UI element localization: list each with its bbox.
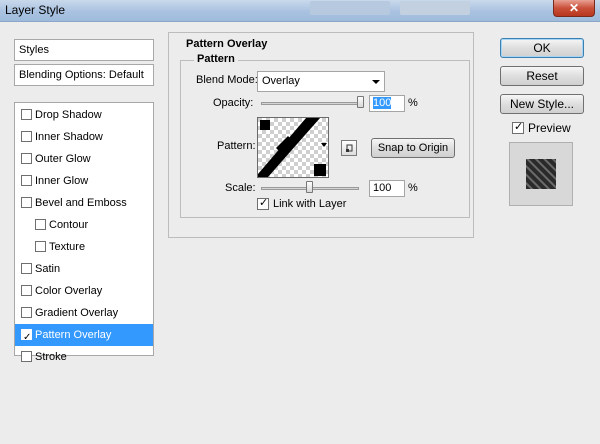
preview-checkbox[interactable]: ✓ [512,121,524,134]
effect-label: Gradient Overlay [35,307,119,319]
title-bar: Layer Style ✕ [0,0,600,22]
effect-checkbox[interactable] [21,197,32,208]
blend-mode-value: Overlay [262,75,300,87]
snap-to-origin-label: Snap to Origin [377,142,449,154]
effects-list: Drop Shadow Inner Shadow Outer Glow Inner G… [14,102,154,363]
effect-label: Pattern Overlay [35,329,112,341]
pattern-swatch[interactable] [257,117,329,178]
pattern-preview [258,118,328,177]
dialog-body: Styles Blending Options: Default Drop Sh… [0,22,600,444]
pattern-dropdown-arrow[interactable] [321,143,327,147]
effect-label: Outer Glow [35,153,91,165]
blending-options-item[interactable]: Blending Options: Default [14,64,154,86]
effect-item[interactable]: Drop Shadow [15,104,153,126]
close-icon: ✕ [568,1,580,15]
scale-percent: % [408,182,418,194]
styles-label: Styles [19,44,49,56]
effect-item[interactable]: Gradient Overlay [15,302,153,324]
opacity-label: Opacity: [213,97,254,109]
blend-mode-label: Blend Mode: [196,74,258,86]
effect-item[interactable]: ✓ Pattern Overlay [15,324,153,346]
opacity-percent: % [408,97,418,109]
effect-label: Bevel and Emboss [35,197,127,209]
checkmark-icon: ✓ [259,197,269,209]
pattern-label: Pattern: [217,140,256,152]
styles-header[interactable]: Styles [14,39,154,61]
opacity-value: 100 [373,97,392,109]
effect-checkbox[interactable] [21,351,32,362]
effect-checkbox[interactable] [21,175,32,186]
opacity-input[interactable]: 100 [369,95,405,112]
effect-checkbox[interactable] [21,263,32,274]
blending-options-label: Blending Options: Default [19,69,144,81]
scale-label: Scale: [225,182,256,194]
effect-item[interactable]: Outer Glow [15,148,153,170]
new-style-label: New Style... [509,97,575,111]
effect-checkbox[interactable] [35,219,46,230]
effect-checkbox[interactable] [21,153,32,164]
effect-item[interactable]: Inner Shadow [15,126,153,148]
snap-to-origin-button[interactable]: Snap to Origin [371,138,455,158]
ok-label: OK [533,41,551,55]
effect-checkbox[interactable] [21,131,32,142]
scale-input[interactable]: 100 [369,180,405,197]
effect-label: Inner Shadow [35,131,103,143]
subgroup-title: Pattern [194,53,238,65]
effect-label: Satin [35,263,61,275]
preview-thumbnail [509,142,573,206]
scale-value: 100 [373,182,392,194]
styles-panel: Styles Blending Options: Default Drop Sh… [14,39,154,363]
effect-item[interactable]: Bevel and Emboss [15,192,153,214]
opacity-slider-thumb[interactable] [357,96,364,108]
effect-item[interactable]: Color Overlay [15,280,153,302]
effect-item[interactable]: Stroke [15,346,153,368]
opacity-slider[interactable] [261,102,361,105]
preview-image [526,159,556,189]
effect-checkbox[interactable] [21,109,32,120]
blend-mode-select[interactable]: Overlay [257,71,385,92]
ok-button[interactable]: OK [500,38,584,58]
close-button[interactable]: ✕ [553,0,595,17]
effect-checkbox[interactable] [35,241,46,252]
effect-label: Contour [49,219,89,231]
background-window-blur [310,1,390,15]
new-preset-icon[interactable] [341,140,357,156]
effect-item[interactable]: Texture [15,236,153,258]
effect-item[interactable]: Inner Glow [15,170,153,192]
background-window-blur [400,1,470,15]
reset-button[interactable]: Reset [500,66,584,86]
window-title: Layer Style [5,3,66,17]
new-style-button[interactable]: New Style... [500,94,584,114]
effect-label: Drop Shadow [35,109,102,121]
effect-label: Color Overlay [35,285,103,297]
preview-label: Preview [528,121,571,135]
chevron-down-icon [372,80,380,84]
effect-item[interactable]: Contour [15,214,153,236]
effect-item[interactable]: Satin [15,258,153,280]
effect-label: Stroke [35,351,67,363]
group-title: Pattern Overlay [183,38,271,50]
effect-checkbox[interactable]: ✓ [21,329,32,343]
effect-label: Texture [49,241,86,253]
effect-label: Inner Glow [35,175,89,187]
scale-slider-thumb[interactable] [306,181,313,193]
link-with-layer-label: Link with Layer [273,198,347,210]
effect-checkbox[interactable] [21,307,32,318]
link-with-layer-checkbox[interactable]: ✓ [257,197,269,210]
reset-label: Reset [526,69,558,83]
checkmark-icon: ✓ [514,121,524,133]
effect-checkbox[interactable] [21,285,32,296]
